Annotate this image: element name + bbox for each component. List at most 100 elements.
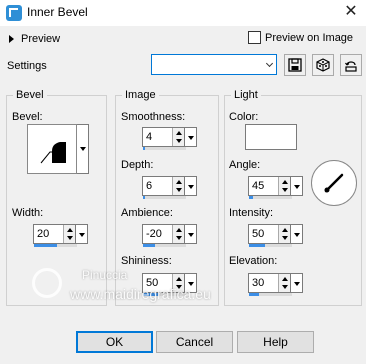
smoothness-slider-track[interactable] <box>143 147 186 150</box>
smoothness-slider-fill <box>143 147 145 150</box>
randomize-button[interactable] <box>312 54 334 76</box>
shininess-label: Shininess: <box>121 255 172 267</box>
smoothness-value: 4 <box>146 131 153 143</box>
chevron-down-icon[interactable] <box>262 55 276 74</box>
light-color-swatch[interactable] <box>245 124 297 150</box>
width-dropdown[interactable] <box>76 224 88 244</box>
spin-down-icon <box>282 285 288 289</box>
title-bar: Inner Bevel ✕ <box>0 0 366 26</box>
ambience-slider-fill <box>143 244 155 247</box>
watermark-site: www.maidiregrafica.eu <box>70 286 211 302</box>
chevron-down-icon <box>294 185 300 189</box>
chevron-down-icon <box>294 233 300 237</box>
preview-label: Preview <box>21 33 61 45</box>
close-button[interactable]: ✕ <box>341 1 361 23</box>
angle-dial[interactable] <box>311 160 357 206</box>
width-label: Width: <box>12 207 44 219</box>
spin-up-icon <box>282 228 288 232</box>
angle-slider-fill <box>249 196 253 199</box>
smoothness-dropdown[interactable] <box>185 127 197 147</box>
dice-icon <box>316 58 330 72</box>
elevation-label: Elevation: <box>229 255 278 267</box>
preview-on-image-label: Preview on Image <box>265 31 354 44</box>
ambience-value: -20 <box>146 228 162 240</box>
settings-preset-select[interactable] <box>151 54 277 75</box>
angle-value: 45 <box>252 180 265 192</box>
bevel-shape-preview[interactable] <box>27 124 77 174</box>
cancel-button[interactable]: Cancel <box>156 331 233 353</box>
smoothness-spinner[interactable]: 4 <box>142 127 186 150</box>
chevron-down-icon <box>79 233 85 237</box>
preview-on-image-option[interactable]: Preview on Image <box>248 31 353 44</box>
spin-down-icon <box>176 139 182 143</box>
spin-up-icon <box>282 277 288 281</box>
depth-dropdown[interactable] <box>185 176 197 196</box>
spin-up-icon <box>282 180 288 184</box>
depth-spinner[interactable]: 6 <box>142 176 186 199</box>
elevation-spinner[interactable]: 30 <box>248 273 292 296</box>
ambience-spin-buttons[interactable] <box>172 225 184 243</box>
spin-down-icon <box>67 236 73 240</box>
reset-button[interactable] <box>340 54 362 76</box>
bevel-shape-dropdown[interactable] <box>77 124 89 174</box>
spin-down-icon <box>282 236 288 240</box>
reset-icon <box>345 61 357 72</box>
ambience-spinner[interactable]: -20 <box>142 224 186 247</box>
width-spin-buttons[interactable] <box>63 225 75 243</box>
elevation-dropdown[interactable] <box>291 273 303 293</box>
angle-slider-track[interactable] <box>249 196 292 199</box>
intensity-spin-buttons[interactable] <box>278 225 290 243</box>
spin-up-icon <box>176 228 182 232</box>
chevron-down-icon <box>188 233 194 237</box>
spin-up-icon <box>176 277 182 281</box>
help-button[interactable]: Help <box>237 331 314 353</box>
elevation-spin-buttons[interactable] <box>278 274 290 292</box>
elevation-value: 30 <box>252 277 265 289</box>
smoothness-label: Smoothness: <box>121 111 186 123</box>
image-group-title: Image <box>122 89 159 101</box>
angle-spin-buttons[interactable] <box>278 177 290 195</box>
intensity-label: Intensity: <box>229 207 274 219</box>
depth-value: 6 <box>146 180 153 192</box>
ambience-label: Ambience: <box>121 207 173 219</box>
angle-dial-needle-icon <box>324 173 344 193</box>
width-spinner[interactable]: 20 <box>33 224 77 247</box>
settings-label: Settings <box>7 60 47 72</box>
angle-dropdown[interactable] <box>291 176 303 196</box>
bevel-label: Bevel: <box>12 111 43 123</box>
smoothness-spin-buttons[interactable] <box>172 128 184 146</box>
window-title: Inner Bevel <box>27 5 88 19</box>
depth-slider-fill <box>143 196 145 199</box>
save-icon <box>288 58 302 72</box>
bevel-group-title: Bevel <box>13 89 47 101</box>
preview-toggle[interactable]: Preview <box>9 31 60 47</box>
bevel-shape-icon <box>38 142 66 164</box>
chevron-down-icon <box>80 147 86 151</box>
depth-spin-buttons[interactable] <box>172 177 184 195</box>
intensity-value: 50 <box>252 228 265 240</box>
intensity-dropdown[interactable] <box>291 224 303 244</box>
chevron-down-icon <box>294 282 300 286</box>
depth-slider-track[interactable] <box>143 196 186 199</box>
spin-up-icon <box>67 228 73 232</box>
chevron-down-icon <box>188 136 194 140</box>
angle-spinner[interactable]: 45 <box>248 176 292 199</box>
width-slider-fill <box>34 244 57 247</box>
angle-label: Angle: <box>229 159 261 171</box>
ok-button[interactable]: OK <box>76 331 153 353</box>
spin-down-icon <box>176 236 182 240</box>
preview-on-image-checkbox[interactable] <box>248 31 261 44</box>
depth-label: Depth: <box>121 159 154 171</box>
color-label: Color: <box>229 111 259 123</box>
save-preset-button[interactable] <box>284 54 306 76</box>
watermark-name: Pinuccia <box>82 268 128 282</box>
ambience-dropdown[interactable] <box>185 224 197 244</box>
elevation-slider-fill <box>249 293 259 296</box>
intensity-spinner[interactable]: 50 <box>248 224 292 247</box>
spin-down-icon <box>176 188 182 192</box>
light-group-title: Light <box>231 89 261 101</box>
width-value: 20 <box>37 228 50 240</box>
spin-down-icon <box>282 188 288 192</box>
spin-up-icon <box>176 131 182 135</box>
spin-up-icon <box>176 180 182 184</box>
